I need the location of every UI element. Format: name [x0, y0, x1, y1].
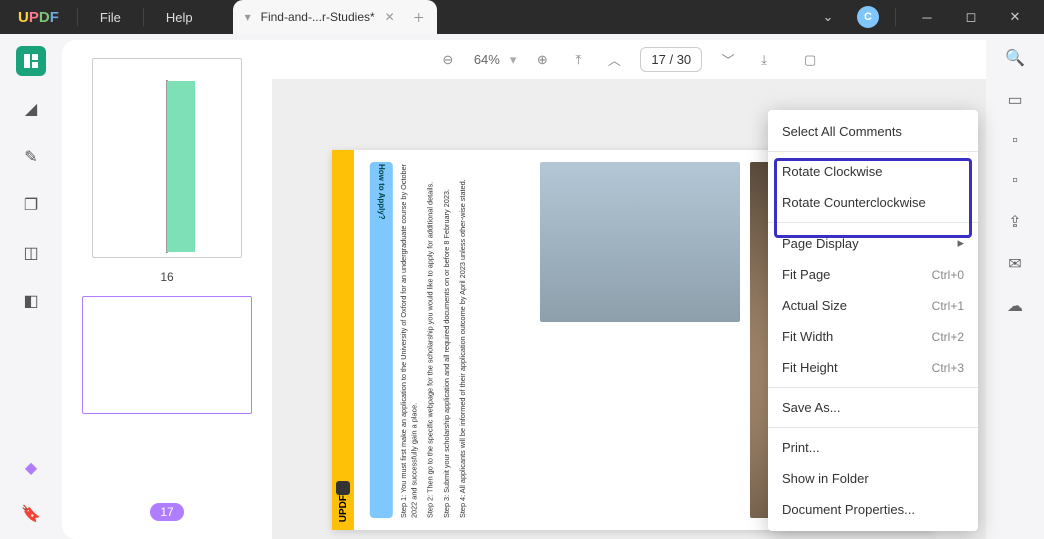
menu-actual-size[interactable]: Actual SizeCtrl+1	[768, 290, 978, 321]
tab-close-icon[interactable]: ✕	[385, 10, 395, 24]
thumbnail-label-17: 17	[150, 503, 183, 521]
save-icon[interactable]: ☁	[1007, 296, 1023, 316]
prev-page-button[interactable]: ︿	[604, 50, 624, 69]
thumbnail-page-17[interactable]	[82, 296, 252, 414]
next-page-button[interactable]: ﹀	[718, 50, 738, 69]
menu-document-properties[interactable]: Document Properties...	[768, 494, 978, 525]
menu-select-all-comments[interactable]: Select All Comments	[768, 116, 978, 147]
how-to-apply-heading: How to Apply?	[370, 162, 393, 518]
highlight-tool[interactable]: ◢	[16, 94, 46, 124]
menu-save-as[interactable]: Save As...	[768, 392, 978, 423]
menu-show-in-folder[interactable]: Show in Folder	[768, 463, 978, 494]
zoom-level: 64%	[474, 52, 500, 67]
current-page: 17	[651, 52, 665, 67]
minimize-button[interactable]: ─	[912, 10, 942, 25]
thumbnail-page-16[interactable]	[92, 58, 242, 258]
page-tool[interactable]: ❐	[16, 190, 46, 220]
maximize-button[interactable]: ◻	[956, 9, 986, 25]
chevron-right-icon: ▸	[957, 235, 964, 251]
zoom-out-button[interactable]: ⊖	[438, 52, 458, 68]
menu-help[interactable]: Help	[144, 10, 215, 25]
total-pages: 30	[677, 52, 691, 67]
tool-rail-right: 🔍 ▭ ▫ ▫ ⇪ ✉ ☁	[986, 34, 1044, 539]
share-icon[interactable]: ⇪	[1008, 212, 1021, 232]
step2-text: Step 2: Then go to the specific webpage …	[426, 162, 436, 518]
page-indicator[interactable]: 17 / 30	[640, 47, 702, 72]
tool-rail-left: ◢ ✎ ❐ ◫ ◧ ◆ 🔖	[0, 34, 62, 539]
menu-fit-page[interactable]: Fit PageCtrl+0	[768, 259, 978, 290]
organize-tool[interactable]: ◧	[16, 286, 46, 316]
close-button[interactable]: ✕	[1000, 9, 1030, 25]
page-icon[interactable]: ▫	[1012, 132, 1018, 150]
zoom-in-button[interactable]: ⊕	[532, 52, 552, 68]
menu-print[interactable]: Print...	[768, 432, 978, 463]
tab-chevron-icon: ▾	[245, 10, 251, 24]
step4-text: Step 4: All applicants will be informed …	[458, 162, 468, 518]
viewer-toolbar: ⊖ 64% ▾ ⊕ ⤒ ︿ 17 / 30 ﹀ ⤓ ▢	[272, 40, 986, 80]
mail-icon[interactable]: ✉	[1008, 254, 1021, 274]
chevron-down-icon[interactable]: ⌄	[813, 9, 843, 25]
title-bar: UPDF File Help ▾ Find-and-...r-Studies* …	[0, 0, 1044, 34]
presentation-button[interactable]: ▢	[800, 52, 820, 68]
user-avatar[interactable]: C	[857, 6, 879, 28]
page-image-building	[540, 162, 740, 322]
ocr-icon[interactable]: ▭	[1007, 90, 1022, 110]
menu-rotate-clockwise[interactable]: Rotate Clockwise	[768, 156, 978, 187]
thumbnails-tool[interactable]	[16, 46, 46, 76]
new-tab-button[interactable]: ＋	[413, 9, 425, 26]
tab-title: Find-and-...r-Studies*	[261, 10, 375, 24]
page-brand: UPDF	[338, 495, 349, 522]
menu-rotate-counterclockwise[interactable]: Rotate Counterclockwise	[768, 187, 978, 218]
context-menu: Select All Comments Rotate Clockwise Rot…	[768, 110, 978, 531]
document-tab[interactable]: ▾ Find-and-...r-Studies* ✕ ＋	[233, 0, 437, 34]
layers-tool[interactable]: ◆	[16, 453, 46, 483]
step1-text: Step 1: You must first make an applicati…	[399, 162, 419, 518]
edit-tool[interactable]: ✎	[16, 142, 46, 172]
export-icon[interactable]: ▫	[1012, 172, 1018, 190]
search-icon[interactable]: 🔍	[1005, 48, 1025, 68]
crop-tool[interactable]: ◫	[16, 238, 46, 268]
menu-fit-width[interactable]: Fit WidthCtrl+2	[768, 321, 978, 352]
thumbnail-panel: 16 17	[62, 40, 272, 539]
first-page-button[interactable]: ⤒	[568, 52, 588, 68]
chevron-down-icon: ▾	[510, 52, 517, 68]
last-page-button[interactable]: ⤓	[754, 52, 774, 68]
menu-page-display[interactable]: Page Display▸	[768, 227, 978, 259]
step3-text: Step 3: Submit your scholarship applicat…	[442, 162, 452, 518]
menu-fit-height[interactable]: Fit HeightCtrl+3	[768, 352, 978, 383]
bookmark-tool[interactable]: 🔖	[16, 499, 46, 529]
app-logo: UPDF	[0, 9, 77, 26]
thumbnail-label-16: 16	[160, 270, 173, 284]
zoom-dropdown[interactable]: 64% ▾	[474, 52, 517, 68]
menu-file[interactable]: File	[78, 10, 143, 25]
